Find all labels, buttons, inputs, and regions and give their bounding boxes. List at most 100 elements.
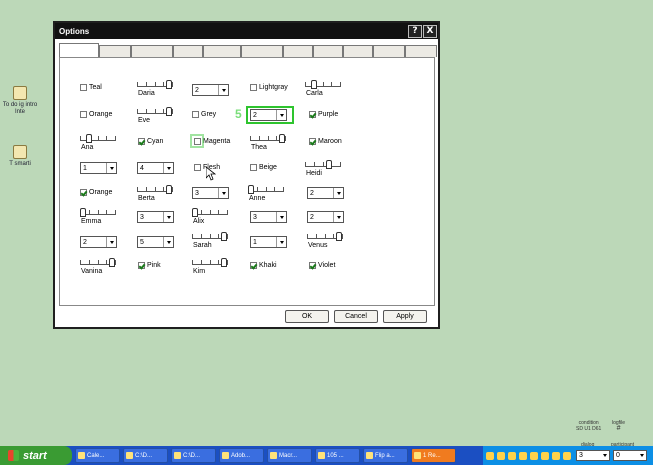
tray-icon[interactable] — [508, 451, 516, 460]
dialog-dropdown[interactable]: 3 — [576, 450, 610, 461]
dropdown-4[interactable]: 4 — [137, 162, 174, 174]
taskbar-item[interactable]: 1 Re... — [411, 448, 456, 463]
tab-9[interactable] — [343, 45, 373, 57]
tray-icon[interactable] — [497, 451, 505, 460]
slider-thumb[interactable] — [248, 185, 254, 194]
tab-4[interactable] — [173, 45, 203, 57]
dropdown-10[interactable]: 2 — [80, 236, 117, 248]
tab-5[interactable] — [203, 45, 241, 57]
chevron-down-icon — [163, 237, 173, 247]
slider-eve[interactable]: Eve — [137, 107, 173, 127]
dropdown-6[interactable]: 2 — [307, 187, 344, 199]
checkbox-violet[interactable]: Violet — [309, 262, 335, 269]
slider-heidi[interactable]: Heidi — [305, 160, 341, 180]
ok-button[interactable]: OK — [285, 310, 329, 323]
checkbox-label: Magenta — [203, 138, 231, 145]
desktop-icon-todo[interactable]: To do ig intro Inte — [2, 86, 38, 116]
slider-daria[interactable]: Daria — [137, 80, 173, 100]
desktop-icon-smart[interactable]: T smarti — [2, 145, 38, 168]
apply-button[interactable]: Apply — [383, 310, 427, 323]
dropdown-9[interactable]: 2 — [307, 211, 344, 223]
tab-strip — [59, 43, 437, 57]
taskbar-item-label: Flip a... — [375, 452, 395, 459]
tray-icon[interactable] — [530, 451, 538, 460]
checkbox-label: Beige — [259, 164, 277, 171]
slider-thumb[interactable] — [326, 160, 332, 169]
checkbox-pink[interactable]: Pink — [138, 262, 161, 269]
tray-icon[interactable] — [552, 451, 560, 460]
slider-thumb[interactable] — [220, 258, 227, 267]
slider-thea[interactable]: Thea — [250, 134, 286, 154]
start-button[interactable]: start — [0, 446, 72, 465]
slider-kim[interactable]: Kim — [192, 258, 228, 278]
tray-icon[interactable] — [563, 451, 571, 460]
close-button[interactable]: X — [423, 24, 437, 38]
dropdown-2[interactable]: 2 — [250, 109, 287, 121]
taskbar-item[interactable]: Cale... — [75, 448, 120, 463]
tab-1[interactable] — [59, 43, 99, 57]
tab-3[interactable] — [131, 45, 173, 57]
taskbar-item[interactable]: Macr... — [267, 448, 312, 463]
dropdown-11[interactable]: 5 — [137, 236, 174, 248]
dropdown-5[interactable]: 3 — [192, 187, 229, 199]
chevron-down-icon — [106, 163, 116, 173]
dropdown-1[interactable]: 2 — [192, 84, 229, 96]
chevron-down-icon — [276, 237, 286, 247]
slider-thumb[interactable] — [80, 208, 86, 217]
checkbox-orange-2[interactable]: Orange — [80, 189, 112, 196]
tab-6[interactable] — [241, 45, 283, 57]
checkbox-maroon[interactable]: Maroon — [309, 138, 342, 145]
slider-vanina[interactable]: Vanina — [80, 258, 116, 278]
dropdown-7[interactable]: 3 — [137, 211, 174, 223]
slider-thumb[interactable] — [278, 134, 285, 143]
checkbox-box — [138, 262, 145, 269]
dropdown-12[interactable]: 1 — [250, 236, 287, 248]
tab-10[interactable] — [373, 45, 405, 57]
tray-icon[interactable] — [519, 451, 527, 460]
checkbox-cyan[interactable]: Cyan — [138, 138, 163, 145]
slider-carla[interactable]: Carla — [305, 80, 341, 100]
checkbox-teal[interactable]: Teal — [80, 84, 102, 91]
taskbar-item[interactable]: C:\D... — [123, 448, 168, 463]
tab-8[interactable] — [313, 45, 343, 57]
slider-alix[interactable]: Alix — [192, 208, 228, 228]
tab-7[interactable] — [283, 45, 313, 57]
slider-thumb[interactable] — [192, 208, 198, 217]
slider-thumb[interactable] — [311, 80, 317, 89]
slider-berta[interactable]: Berta — [137, 185, 173, 205]
checkbox-beige[interactable]: Beige — [250, 164, 277, 171]
tab-11[interactable] — [405, 45, 437, 57]
taskbar-item[interactable]: 105 ... — [315, 448, 360, 463]
slider-sarah[interactable]: Sarah — [192, 232, 228, 252]
slider-anne[interactable]: Anne — [248, 185, 284, 205]
checkbox-lightgray[interactable]: Lightgray — [250, 84, 288, 91]
slider-thumb[interactable] — [165, 107, 172, 116]
taskbar-item[interactable]: Adob... — [219, 448, 264, 463]
slider-emma[interactable]: Emma — [80, 208, 116, 228]
checkbox-khaki[interactable]: Khaki — [250, 262, 277, 269]
dropdown-8[interactable]: 3 — [250, 211, 287, 223]
slider-venus[interactable]: Venus — [307, 232, 343, 252]
tray-icon[interactable] — [486, 451, 494, 460]
checkbox-purple[interactable]: Purple — [309, 111, 338, 118]
slider-thumb[interactable] — [165, 80, 172, 89]
tray-icon[interactable] — [541, 451, 549, 460]
slider-thumb[interactable] — [108, 258, 115, 267]
slider-thumb[interactable] — [165, 185, 172, 194]
logfile-value: # — [616, 425, 621, 432]
chevron-down-icon — [276, 110, 286, 120]
tab-2[interactable] — [99, 45, 131, 57]
participant-dropdown[interactable]: 0 — [613, 450, 647, 461]
checkbox-orange-1[interactable]: Orange — [80, 111, 112, 118]
slider-thumb[interactable] — [220, 232, 227, 241]
slider-thumb[interactable] — [86, 134, 92, 143]
slider-ana[interactable]: Ana — [80, 134, 116, 154]
condition-info: condition SD U1 D61 — [576, 420, 601, 432]
dropdown-3[interactable]: 1 — [80, 162, 117, 174]
slider-thumb[interactable] — [335, 232, 342, 241]
checkbox-grey[interactable]: Grey — [192, 111, 216, 118]
taskbar-item[interactable]: C:\D... — [171, 448, 216, 463]
help-button[interactable]: ? — [408, 24, 422, 38]
taskbar-item[interactable]: Flip a... — [363, 448, 408, 463]
cancel-button[interactable]: Cancel — [334, 310, 378, 323]
